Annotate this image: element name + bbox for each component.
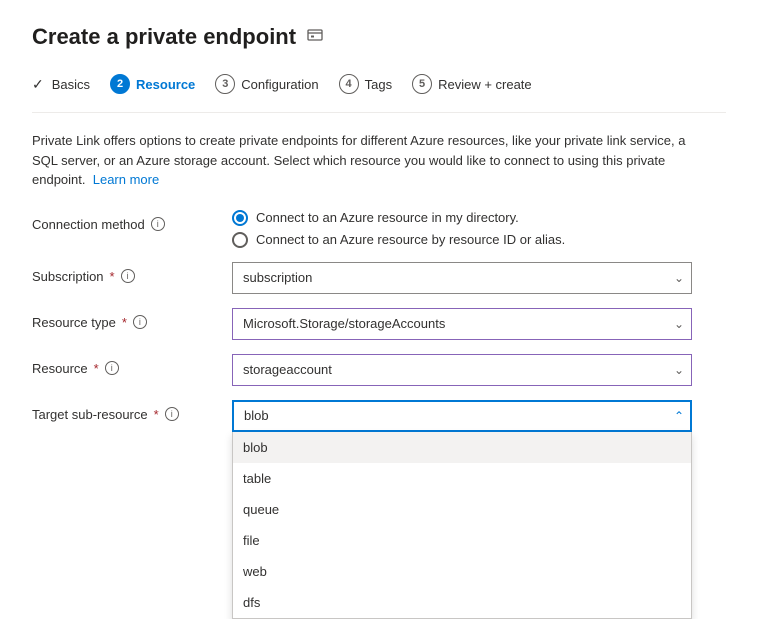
resource-type-required: * [122,315,127,330]
subscription-value: subscription [243,270,312,285]
radio-resource-id-label: Connect to an Azure resource by resource… [256,232,565,247]
subscription-label: Subscription [32,269,104,284]
radio-resource-id[interactable]: Connect to an Azure resource by resource… [232,232,726,248]
dropdown-option-table[interactable]: table [233,463,691,494]
resource-dropdown-wrapper: storageaccount ⌄ [232,354,692,386]
step-configuration-label: Configuration [241,77,318,92]
target-sub-resource-info-icon[interactable]: i [165,407,179,421]
resource-value: storageaccount [243,362,332,377]
radio-resource-id-input[interactable] [232,232,248,248]
resource-type-label: Resource type [32,315,116,330]
radio-directory-input[interactable] [232,210,248,226]
dropdown-option-dfs[interactable]: dfs [233,587,691,618]
connection-method-label: Connection method [32,217,145,232]
resource-type-info-icon[interactable]: i [133,315,147,329]
target-sub-resource-dropdown[interactable]: blob [232,400,692,432]
radio-directory-label: Connect to an Azure resource in my direc… [256,210,519,225]
radio-directory[interactable]: Connect to an Azure resource in my direc… [232,210,726,226]
target-sub-resource-value: blob [244,408,269,423]
learn-more-link[interactable]: Learn more [93,172,159,187]
resource-type-row: Resource type * i Microsoft.Storage/stor… [32,308,726,340]
target-sub-resource-row: Target sub-resource * i blob ⌃ blob [32,400,726,432]
dropdown-option-queue[interactable]: queue [233,494,691,525]
resource-label: Resource [32,361,88,376]
step-tags-label: Tags [365,77,392,92]
subscription-dropdown-wrapper: subscription ⌄ [232,262,692,294]
connection-method-info-icon[interactable]: i [151,217,165,231]
step-review[interactable]: 5 Review + create [406,70,546,98]
target-sub-resource-dropdown-container: blob ⌃ blob table queue [232,400,692,432]
resource-type-value: Microsoft.Storage/storageAccounts [243,316,445,331]
step-resource-number: 2 [110,74,130,94]
step-tags-number: 4 [339,74,359,94]
step-resource[interactable]: 2 Resource [104,70,209,98]
resource-row: Resource * i storageaccount ⌄ [32,354,726,386]
dropdown-option-file[interactable]: file [233,525,691,556]
step-review-number: 5 [412,74,432,94]
subscription-dropdown[interactable]: subscription [232,262,692,294]
step-configuration-number: 3 [215,74,235,94]
target-sub-resource-required: * [154,407,159,422]
wizard-steps: ✓ Basics 2 Resource 3 Configuration 4 Ta… [32,70,726,113]
resource-type-dropdown-wrapper: Microsoft.Storage/storageAccounts ⌄ [232,308,692,340]
step-basics[interactable]: ✓ Basics [32,72,104,97]
check-icon: ✓ [32,76,44,93]
page-title: Create a private endpoint [32,24,296,50]
step-basics-label: Basics [52,77,90,92]
step-tags[interactable]: 4 Tags [333,70,406,98]
dropdown-option-blob[interactable]: blob [233,432,691,463]
subscription-info-icon[interactable]: i [121,269,135,283]
resource-info-icon[interactable]: i [105,361,119,375]
target-sub-resource-dropdown-list: blob table queue file web [232,432,692,619]
connection-method-options: Connect to an Azure resource in my direc… [232,210,726,248]
subscription-row: Subscription * i subscription ⌄ [32,262,726,294]
resource-icon [306,26,324,49]
subscription-required: * [110,269,115,284]
step-review-label: Review + create [438,77,532,92]
description-text: Private Link offers options to create pr… [32,131,712,190]
target-sub-resource-label: Target sub-resource [32,407,148,422]
connection-method-row: Connection method i Connect to an Azure … [32,210,726,248]
resource-form: Connection method i Connect to an Azure … [32,210,726,432]
resource-dropdown[interactable]: storageaccount [232,354,692,386]
step-configuration[interactable]: 3 Configuration [209,70,332,98]
dropdown-option-web[interactable]: web [233,556,691,587]
resource-type-dropdown[interactable]: Microsoft.Storage/storageAccounts [232,308,692,340]
step-resource-label: Resource [136,77,195,92]
resource-required: * [94,361,99,376]
